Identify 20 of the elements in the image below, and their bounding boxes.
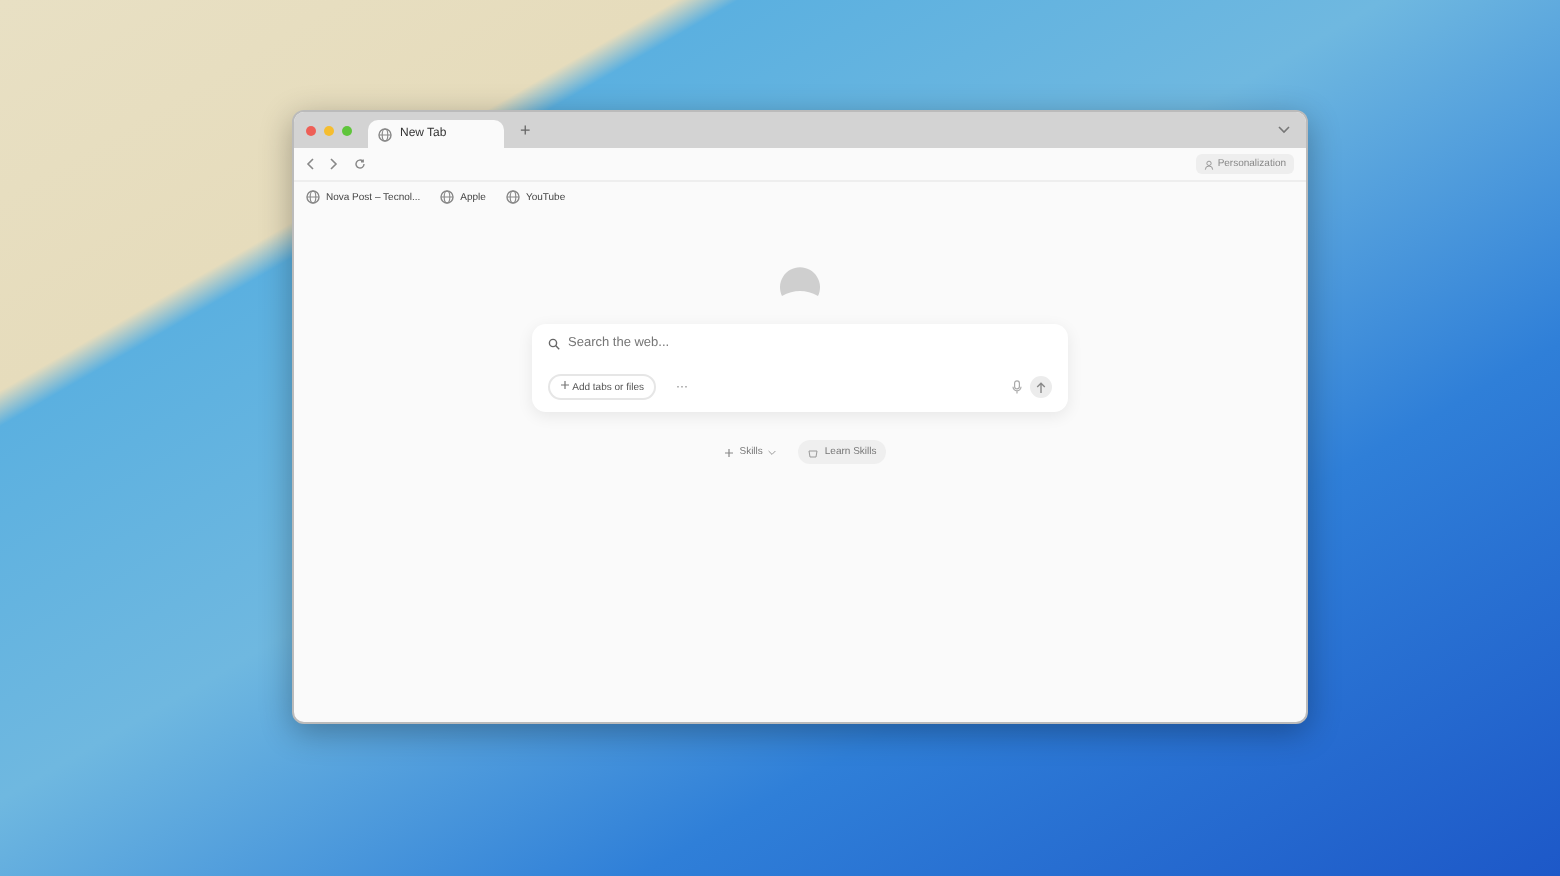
globe-icon [440,190,455,204]
microphone-icon[interactable] [1012,380,1022,394]
globe-icon [505,190,520,204]
globe-icon [378,127,392,141]
forward-icon[interactable] [330,158,338,170]
search-icon [548,337,560,349]
globe-icon [306,190,320,204]
send-button[interactable] [1030,376,1052,398]
zoom-button[interactable] [342,125,352,135]
close-button[interactable] [306,125,316,135]
plus-icon [723,447,734,457]
person-icon [1203,159,1214,169]
basket-icon [808,447,819,457]
chevron-down-icon[interactable] [1278,126,1290,134]
chevron-down-icon [768,449,777,455]
new-tab-button[interactable]: + [512,120,539,140]
plus-icon [560,380,570,390]
back-icon[interactable] [306,158,314,170]
reload-icon[interactable] [354,158,366,170]
arrow-up-icon [1036,381,1046,393]
